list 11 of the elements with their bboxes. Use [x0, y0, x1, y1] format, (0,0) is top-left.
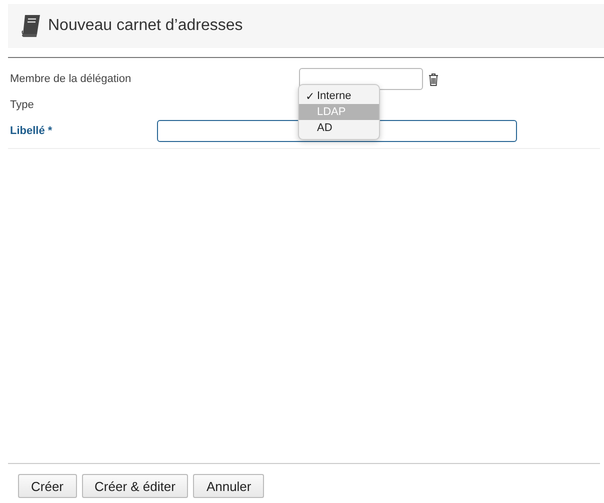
book-icon	[20, 14, 42, 38]
field-label: Type	[10, 99, 35, 111]
field-label: Libellé *	[10, 125, 54, 137]
action-button[interactable]: Créer	[18, 474, 77, 498]
dropdown-option[interactable]: AD	[299, 120, 379, 136]
trash-icon[interactable]	[428, 72, 439, 86]
action-button[interactable]: Annuler	[193, 474, 264, 498]
action-button[interactable]: Créer & éditer	[82, 474, 188, 498]
dropdown-option[interactable]: ✓ Interne	[299, 88, 379, 104]
page-title: Nouveau carnet d’adresses	[48, 17, 243, 35]
field-label: Membre de la délégation	[10, 73, 132, 85]
